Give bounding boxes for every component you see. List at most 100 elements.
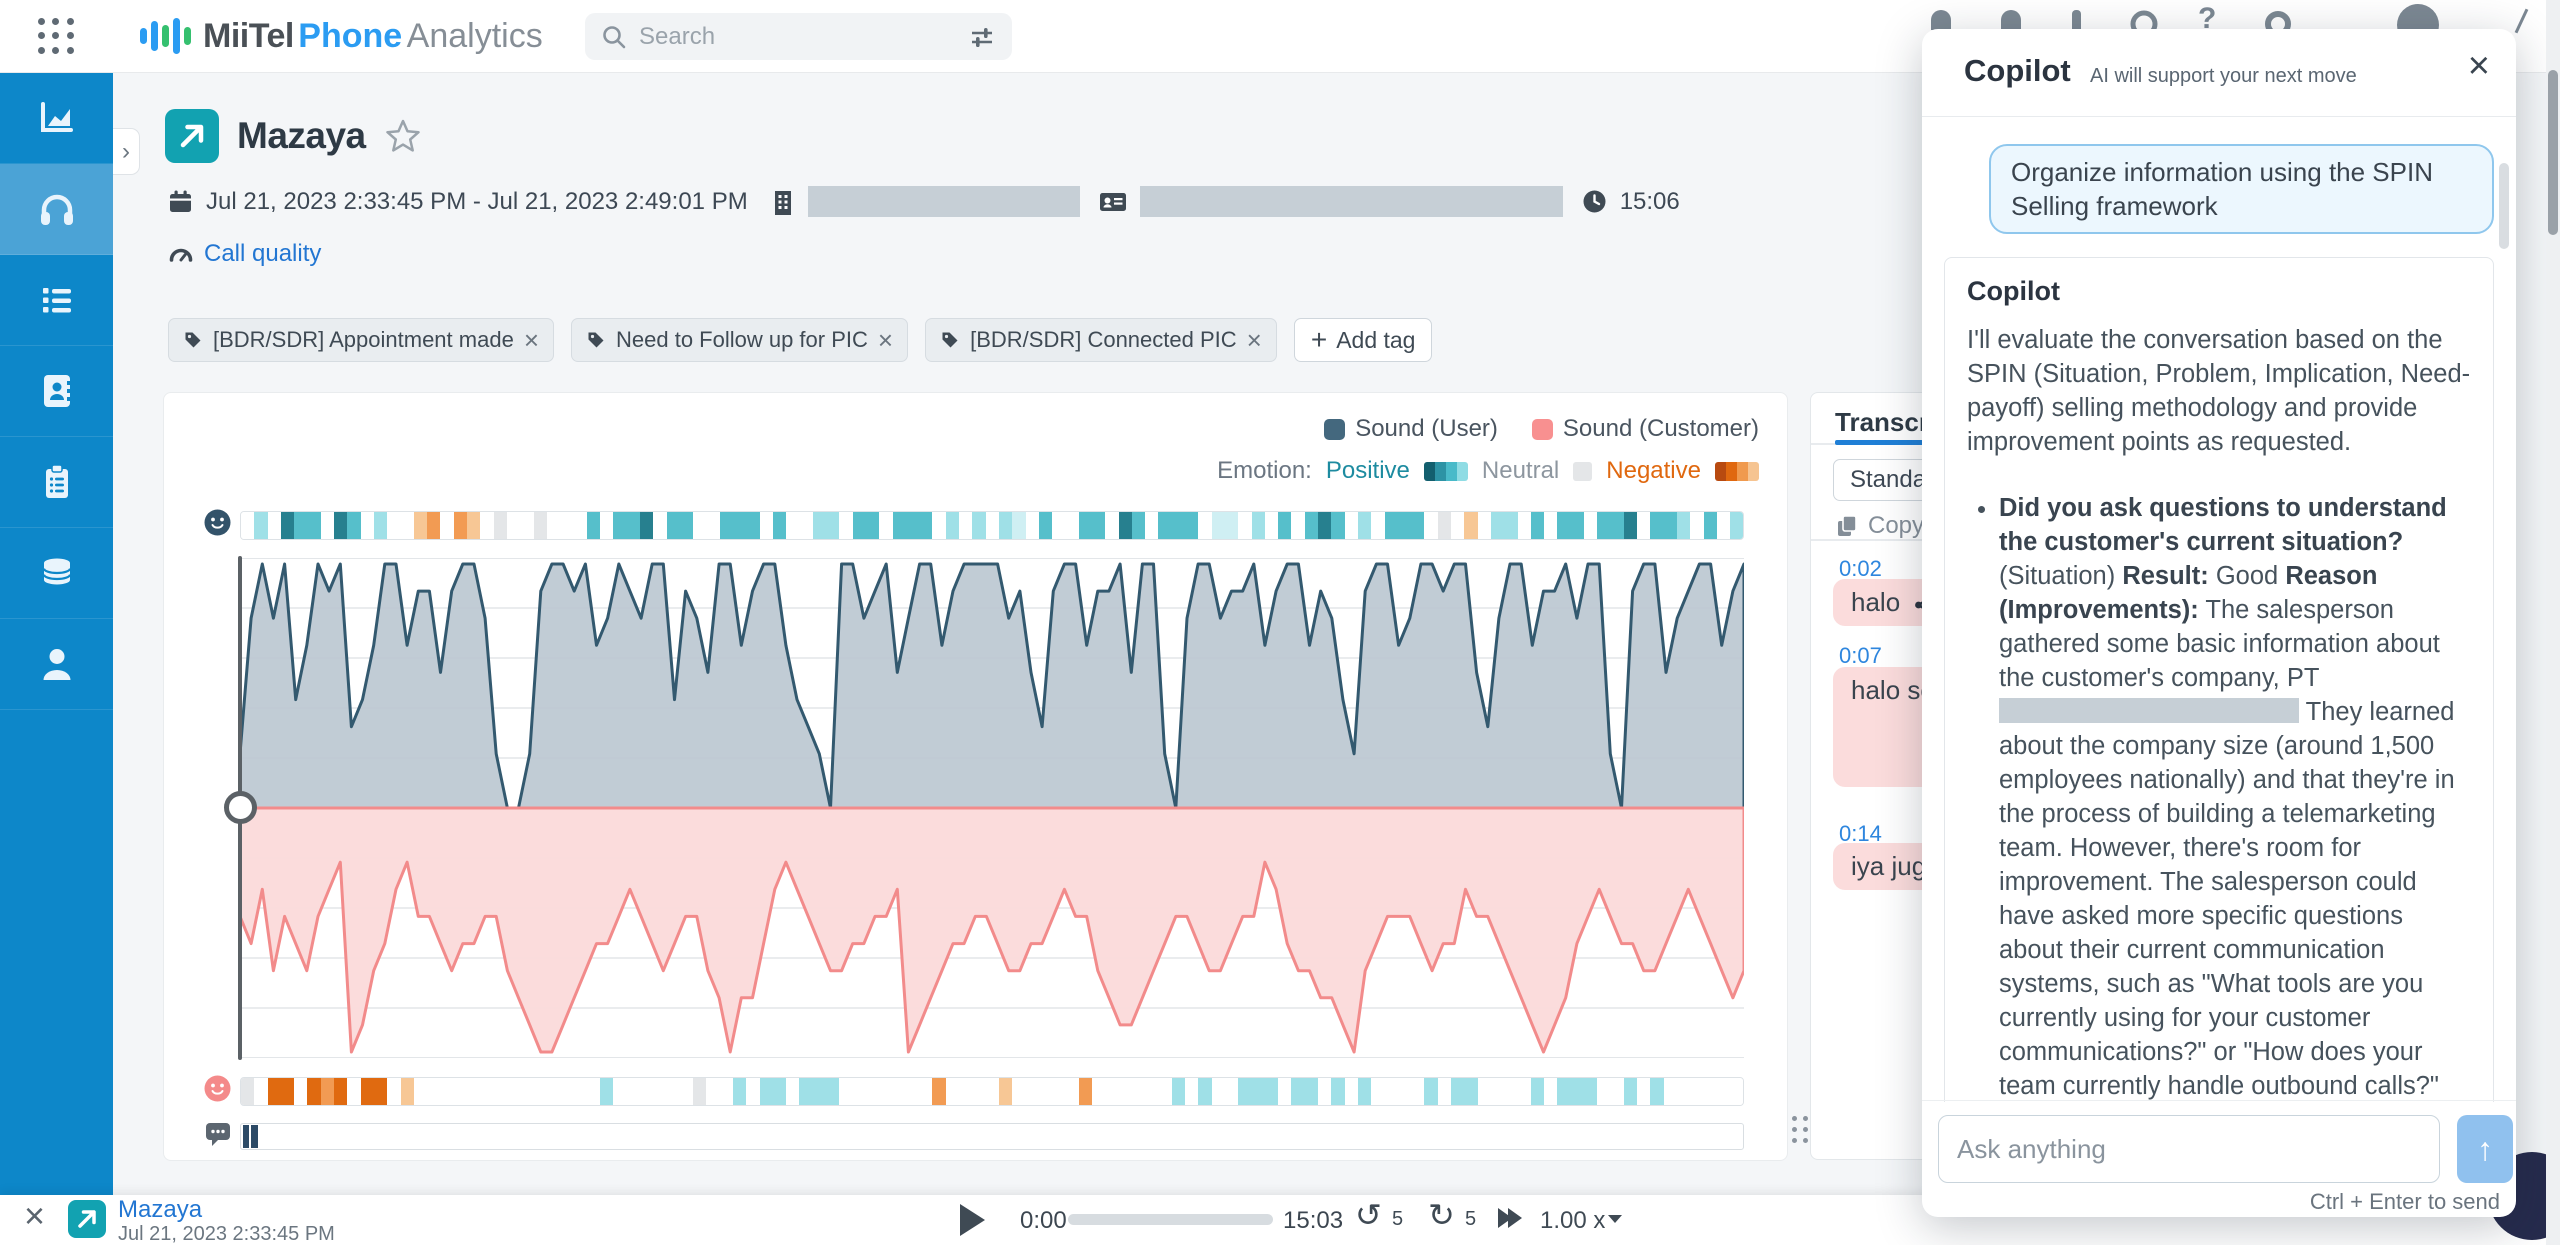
playback-speed[interactable]: 1.00 x: [1540, 1207, 1605, 1235]
product-suffix: Analytics: [407, 17, 543, 55]
call-quality-link[interactable]: Call quality: [204, 240, 321, 268]
copilot-response-card: Copilot I'll evaluate the conversation b…: [1944, 257, 2494, 1102]
redacted-contact-name: [1140, 186, 1563, 217]
forward-5-icon[interactable]: ↻: [1428, 1199, 1455, 1231]
product-name: Phone: [298, 17, 402, 55]
sidebar-item-calls[interactable]: [0, 164, 113, 255]
brand-name: MiiTel: [203, 17, 294, 55]
sidebar-item-call-list[interactable]: [0, 255, 113, 346]
tag-label: [BDR/SDR] Connected PIC: [970, 327, 1237, 353]
legend-swatch: [1532, 419, 1553, 440]
copilot-send-button[interactable]: ↑: [2457, 1115, 2513, 1183]
call-date-range: Jul 21, 2023 2:33:45 PM - Jul 21, 2023 2…: [206, 188, 748, 216]
left-sidebar: [0, 73, 113, 1195]
app-grid-icon[interactable]: [38, 18, 76, 56]
plus-icon: +: [1311, 326, 1327, 354]
user-emotion-smiley-icon: [204, 509, 231, 541]
remove-tag-icon[interactable]: ×: [1247, 327, 1262, 353]
tag-label: Need to Follow up for PIC: [616, 327, 868, 353]
speed-caret-icon[interactable]: [1608, 1215, 1622, 1223]
comment-mark[interactable]: [243, 1125, 250, 1148]
fast-forward-icon[interactable]: [1498, 1208, 1522, 1228]
copilot-response-title: Copilot: [1967, 276, 2471, 307]
add-tag-button[interactable]: + Add tag: [1294, 318, 1433, 362]
comments-icon: [204, 1119, 232, 1152]
remove-tag-icon[interactable]: ×: [524, 327, 539, 353]
player-call-type-icon: [68, 1200, 106, 1238]
player-progress-bar[interactable]: [1068, 1214, 1273, 1225]
tag-pill[interactable]: [BDR/SDR] Connected PIC ×: [925, 318, 1277, 362]
player-close-icon[interactable]: ×: [24, 1195, 45, 1237]
copilot-response-intro: I'll evaluate the conversation based on …: [1967, 323, 2471, 459]
forward-seconds: 5: [1465, 1208, 1476, 1231]
tag-pill[interactable]: Need to Follow up for PIC ×: [571, 318, 908, 362]
player-total-time: 15:03: [1283, 1207, 1343, 1235]
sidebar-item-tasks[interactable]: [0, 437, 113, 528]
copilot-send-hint: Ctrl + Enter to send: [2310, 1189, 2500, 1215]
outbound-call-icon: [165, 109, 219, 163]
tag-pill[interactable]: [BDR/SDR] Appointment made ×: [168, 318, 554, 362]
clock-icon: [1582, 189, 1607, 214]
sidebar-item-account[interactable]: [0, 619, 113, 710]
emotion-level-swatch: [1715, 462, 1759, 481]
emotion-legend: Emotion:PositiveNeutralNegative: [1217, 457, 1759, 485]
emotion-level-label: Negative: [1606, 457, 1701, 485]
emotion-level-label: Neutral: [1482, 457, 1559, 485]
comment-timeline[interactable]: [240, 1123, 1744, 1150]
playhead-handle[interactable]: [224, 791, 257, 824]
copilot-header: Copilot AI will support your next move ×: [1922, 29, 2516, 117]
sound-legend: Sound (User) Sound (Customer): [1324, 415, 1759, 443]
company-building-icon: [771, 189, 795, 215]
emotion-legend-label: Emotion:: [1217, 457, 1312, 485]
call-waveform-card: Sound (User) Sound (Customer) Emotion:Po…: [163, 392, 1788, 1161]
favorite-star-icon[interactable]: [384, 117, 422, 155]
copilot-bullet: Did you ask questions to understand the …: [1999, 491, 2471, 1102]
search-filter-icon[interactable]: [968, 23, 996, 51]
page-title: Mazaya: [237, 115, 366, 157]
comment-mark[interactable]: [251, 1125, 258, 1148]
customer-sound-wave: [240, 808, 1744, 1052]
voice-activity-chart[interactable]: [240, 558, 1744, 1058]
rewind-5-icon[interactable]: ↺: [1355, 1199, 1382, 1231]
miitel-logo-icon: [140, 14, 191, 58]
app-logo: MiiTel Phone Analytics: [140, 14, 543, 58]
miitel-analytics-app: MiiTel Phone Analytics Search: [0, 0, 2560, 1245]
expand-panel-button[interactable]: ›: [113, 128, 140, 175]
legend-label: Sound (User): [1355, 415, 1498, 443]
add-tag-label: Add tag: [1336, 327, 1415, 354]
analytics-chart-icon: [35, 96, 79, 140]
copilot-response-bullets: Did you ask questions to understand the …: [1967, 491, 2471, 1102]
contact-book-icon: [35, 369, 79, 413]
sidebar-item-analytics[interactable]: [0, 73, 113, 164]
page-scrollbar: [2546, 0, 2560, 1245]
play-button[interactable]: [960, 1204, 985, 1236]
remove-tag-icon[interactable]: ×: [878, 327, 893, 353]
user-sound-wave: [240, 564, 1744, 808]
copy-icon: [1835, 514, 1859, 538]
search-icon: [601, 24, 627, 50]
database-icon: [35, 551, 79, 595]
search-input[interactable]: Search: [585, 13, 1012, 60]
tag-label: [BDR/SDR] Appointment made: [213, 327, 514, 353]
rewind-seconds: 5: [1392, 1208, 1403, 1231]
copilot-scrollbar-thumb[interactable]: [2499, 163, 2509, 249]
panel-drag-handle-icon[interactable]: [1792, 1116, 1808, 1143]
headphones-icon: [35, 187, 79, 231]
transcript-text: halo: [1851, 587, 1900, 618]
customer-emotion-track[interactable]: [240, 1077, 1744, 1106]
copilot-close-icon[interactable]: ×: [2468, 47, 2490, 85]
sidebar-item-data[interactable]: [0, 528, 113, 619]
page-scrollbar-thumb[interactable]: [2548, 70, 2558, 235]
legend-item: Sound (User): [1324, 415, 1498, 443]
player-call-title[interactable]: Mazaya: [118, 1196, 202, 1224]
user-emotion-track[interactable]: [240, 511, 1744, 540]
copilot-ask-input[interactable]: Ask anything: [1938, 1115, 2440, 1183]
transcript-timestamp[interactable]: 0:07: [1839, 643, 1882, 669]
copilot-title: Copilot: [1964, 53, 2071, 89]
sidebar-item-contacts[interactable]: [0, 346, 113, 437]
copilot-user-message: Organize information using the SPIN Sell…: [1989, 144, 2494, 234]
legend-item: Sound (Customer): [1532, 415, 1759, 443]
tag-icon: [586, 330, 606, 350]
copilot-subtitle: AI will support your next move: [2090, 65, 2357, 88]
tags-row: [BDR/SDR] Appointment made × Need to Fol…: [168, 318, 1432, 362]
